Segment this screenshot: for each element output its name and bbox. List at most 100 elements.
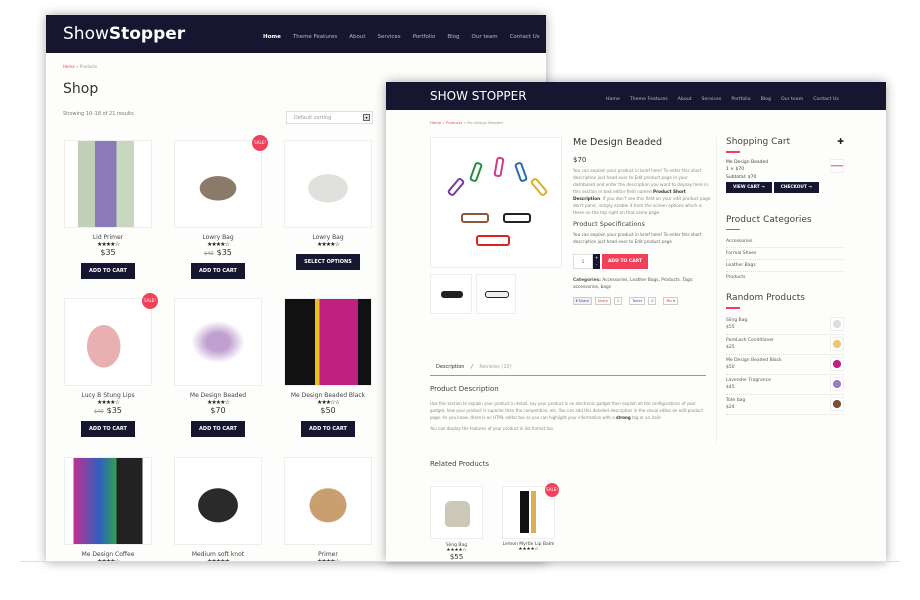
breadcrumb-products[interactable]: Products: [446, 120, 462, 125]
add-to-cart-button[interactable]: ADD TO CART: [602, 254, 648, 269]
product-name[interactable]: Primer: [284, 551, 372, 558]
view-cart-button[interactable]: VIEW CART →: [726, 181, 772, 193]
random-product-name[interactable]: Lavender Fragrance: [726, 377, 771, 384]
random-product-item[interactable]: Tote bag $24: [726, 395, 844, 415]
product-image[interactable]: [64, 457, 152, 545]
tags-links[interactable]: accessories, bags: [573, 285, 611, 290]
product-image[interactable]: [174, 457, 262, 545]
nav-blog[interactable]: Blog: [761, 97, 771, 102]
breadcrumb-home[interactable]: Home: [63, 64, 75, 69]
product-name[interactable]: Lowry Bag: [174, 234, 262, 241]
nav-contact[interactable]: Contact Us: [510, 34, 540, 40]
nav-about[interactable]: About: [678, 97, 692, 102]
random-product-price: $25: [726, 344, 735, 350]
site-logo[interactable]: SHOW STOPPER: [430, 89, 527, 103]
product-image[interactable]: [284, 457, 372, 545]
product-name[interactable]: Lucy B Stung Lips: [64, 392, 152, 399]
nav-portfolio[interactable]: Portfolio: [731, 97, 750, 102]
add-to-cart-button[interactable]: ADD TO CART: [191, 421, 245, 437]
checkout-button[interactable]: CHECKOUT →: [773, 181, 819, 193]
product-card[interactable]: Medium soft knot ★★★★★: [174, 457, 262, 562]
tags-label: Tags:: [682, 278, 694, 283]
product-card[interactable]: Lowry Bag ★★★★☆ SELECT OPTIONS: [284, 140, 372, 270]
fb-label: Share: [578, 299, 589, 303]
product-image[interactable]: [64, 140, 152, 228]
thumbnail-2[interactable]: [476, 274, 516, 314]
product-card[interactable]: Me Design Beaded ★★★★☆ $70 ADD TO CART: [174, 298, 262, 437]
add-to-cart-button[interactable]: ADD TO CART: [81, 263, 135, 279]
add-to-cart-button[interactable]: ADD TO CART: [81, 421, 135, 437]
select-options-button[interactable]: SELECT OPTIONS: [296, 254, 360, 270]
product-card[interactable]: SALE! Lucy B Stung Lips ★★★★☆ $40 $35 ADD TO …: [64, 293, 158, 437]
nav-about[interactable]: About: [349, 34, 365, 40]
random-product-item[interactable]: PureLash Conditioner $25: [726, 335, 844, 355]
product-name[interactable]: Me Design Beaded: [174, 392, 262, 399]
gplus-share-button[interactable]: Share: [594, 297, 611, 305]
add-to-cart-button[interactable]: ADD TO CART: [191, 263, 245, 279]
product-card[interactable]: Lid Primer ★★★★☆ $35 ADD TO CART: [64, 140, 152, 279]
rating-stars: ★★★★☆: [317, 241, 340, 248]
product-card[interactable]: Me Design Coffee ★★★★☆: [64, 457, 152, 562]
random-product-name[interactable]: Sling Bag: [726, 317, 747, 324]
nav-home[interactable]: Home: [263, 34, 281, 40]
nav-our-team[interactable]: Our team: [472, 34, 498, 40]
facebook-share-button[interactable]: f Share: [573, 297, 592, 305]
nav-services[interactable]: Services: [377, 34, 400, 40]
nav-portfolio[interactable]: Portfolio: [413, 34, 436, 40]
site-header: ShowStopper Home Theme Features About Se…: [46, 15, 546, 53]
category-formal-shoes[interactable]: Formal Shoes: [726, 248, 844, 260]
related-product-lip-balm[interactable]: SALE! Lemon Myrtle Lip Balm ★★★★☆: [502, 483, 559, 552]
category-leather-bags[interactable]: Leather Bags: [726, 260, 844, 272]
pinterest-button[interactable]: Pin it: [663, 297, 679, 305]
product-name[interactable]: Lowry Bag: [284, 234, 372, 241]
random-product-item[interactable]: Lavender Fragrance $45: [726, 375, 844, 395]
related-product-sling-bag[interactable]: Sling Bag ★★★★☆ $55: [430, 486, 483, 561]
nav-blog[interactable]: Blog: [447, 34, 459, 40]
product-image[interactable]: [284, 140, 372, 228]
breadcrumb-home[interactable]: Home: [430, 120, 441, 125]
product-image[interactable]: [174, 298, 262, 386]
product-card[interactable]: Primer ★★★★☆: [284, 457, 372, 562]
product-main-image[interactable]: [430, 137, 562, 268]
nav-contact[interactable]: Contact Us: [813, 97, 839, 102]
sort-select[interactable]: Default sorting ▾: [286, 111, 373, 124]
random-product-name[interactable]: PureLash Conditioner: [726, 337, 774, 344]
thumbnail-1[interactable]: [430, 274, 472, 314]
product-image[interactable]: [64, 298, 152, 386]
nav-theme-features[interactable]: Theme Features: [630, 97, 668, 102]
product-name[interactable]: Me Design Coffee: [64, 551, 152, 558]
product-image[interactable]: [174, 140, 262, 228]
categories-links[interactable]: Accessories, Leather Bags, Products.: [602, 278, 681, 283]
product-image[interactable]: [284, 298, 372, 386]
tweet-button[interactable]: Tweet: [629, 297, 646, 305]
quantity-stepper[interactable]: + -: [593, 254, 600, 269]
product-price: $40 $35: [64, 406, 152, 415]
site-header: SHOW STOPPER Home Theme Features About S…: [386, 82, 886, 110]
random-product-name[interactable]: Me Design Beaded Black: [726, 357, 782, 364]
tab-description[interactable]: Description: [436, 364, 464, 370]
rating-stars: ★★★★☆: [207, 399, 230, 406]
random-product-item[interactable]: Sling Bag $55: [726, 315, 844, 335]
nav-home[interactable]: Home: [606, 97, 620, 102]
nav-services[interactable]: Services: [702, 97, 722, 102]
product-name[interactable]: Me Design Beaded Black: [284, 392, 372, 399]
product-price: $35: [64, 248, 152, 257]
random-product-name[interactable]: Tote bag: [726, 397, 745, 404]
product-name[interactable]: Lid Primer: [64, 234, 152, 241]
category-accessories[interactable]: Accessories: [726, 236, 844, 248]
product-name[interactable]: Medium soft knot: [174, 551, 262, 558]
nav-our-team[interactable]: Our team: [781, 97, 803, 102]
add-to-cart-button[interactable]: ADD TO CART: [301, 421, 355, 437]
category-products[interactable]: Products: [726, 272, 844, 283]
plus-icon[interactable]: ✚: [837, 137, 844, 146]
random-product-item[interactable]: Me Design Beaded Black $50: [726, 355, 844, 375]
cart-item: Me Design Beaded 1 × $70: [726, 158, 844, 173]
heading-underline: [726, 307, 740, 309]
site-logo[interactable]: ShowStopper: [63, 24, 185, 44]
product-card[interactable]: SALE! Lowry Bag ★★★★☆ $40 $35 ADD TO CART: [174, 135, 268, 279]
product-card[interactable]: Me Design Beaded Black ★★★☆☆ $50 ADD TO CAR…: [284, 298, 372, 437]
nav-theme-features[interactable]: Theme Features: [293, 34, 337, 40]
cart-item-name[interactable]: Me Design Beaded: [726, 159, 768, 166]
quantity-input[interactable]: 1: [573, 254, 593, 269]
tab-reviews[interactable]: Reviews (10): [479, 364, 511, 370]
